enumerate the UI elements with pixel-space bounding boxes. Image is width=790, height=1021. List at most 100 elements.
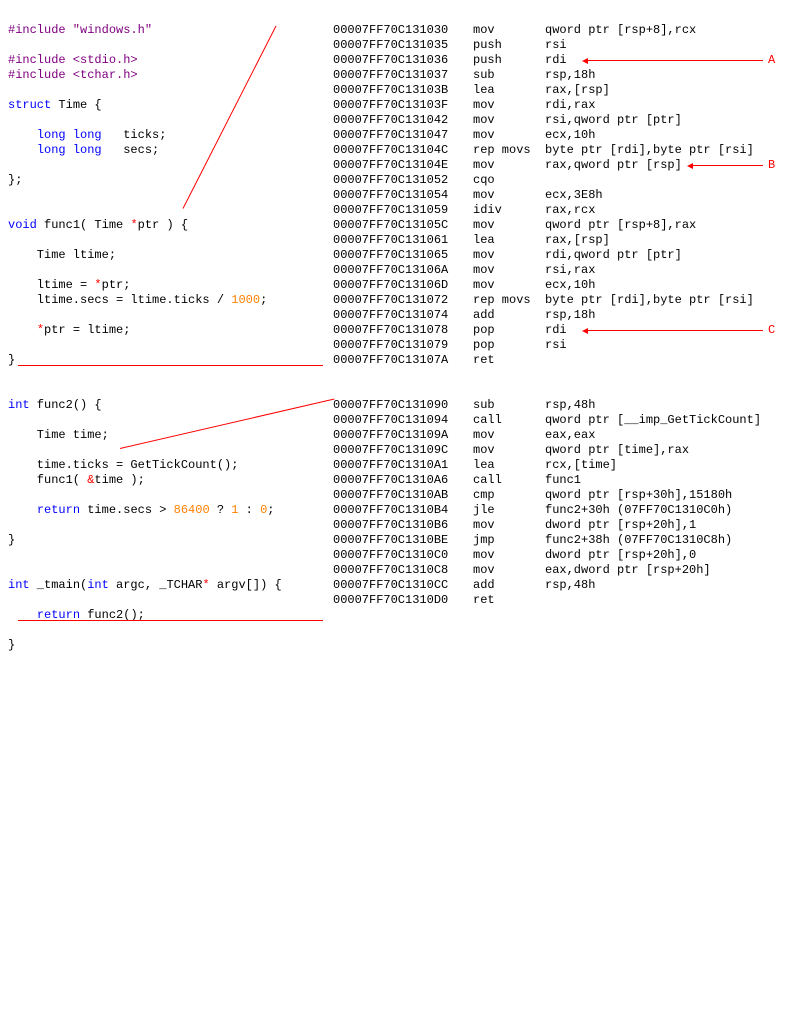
- struct-name: Time {: [51, 98, 101, 112]
- asm-address: 00007FF70C131036: [333, 53, 473, 68]
- red-underline: [18, 620, 323, 621]
- return-expr: :: [238, 503, 260, 517]
- asm-mnemonic: add: [473, 578, 545, 593]
- include-directive: #include "windows.h": [8, 23, 152, 37]
- asm-mnemonic: add: [473, 308, 545, 323]
- asm-address: 00007FF70C13103B: [333, 83, 473, 98]
- asm-address: 00007FF70C1310A1: [333, 458, 473, 473]
- asm-mnemonic: lea: [473, 83, 545, 98]
- asm-line: 00007FF70C1310B4jlefunc2+30h (07FF70C131…: [333, 503, 761, 518]
- void-keyword: void: [8, 218, 37, 232]
- asm-line: 00007FF70C131035pushrsi: [333, 38, 754, 53]
- asm-address: 00007FF70C131042: [333, 113, 473, 128]
- asm-line: 00007FF70C13104Crep movsbyte ptr [rdi],b…: [333, 143, 754, 158]
- asm-line: 00007FF70C131059idivrax,rcx: [333, 203, 754, 218]
- asm-mnemonic: pop: [473, 338, 545, 353]
- asm-operands: qword ptr [time],rax: [545, 443, 689, 457]
- int-keyword: int: [8, 398, 30, 412]
- asm-line: 00007FF70C1310C0movdword ptr [rsp+20h],0: [333, 548, 761, 563]
- asm-mnemonic: mov: [473, 518, 545, 533]
- asm-operands: qword ptr [__imp_GetTickCount]: [545, 413, 761, 427]
- asm-address: 00007FF70C1310AB: [333, 488, 473, 503]
- asm-operands: dword ptr [rsp+20h],0: [545, 548, 696, 562]
- asm-address: 00007FF70C13105C: [333, 218, 473, 233]
- asm-operands: rsi: [545, 38, 567, 52]
- asm-address: 00007FF70C131061: [333, 233, 473, 248]
- asm-block-func1: 00007FF70C131030movqword ptr [rsp+8],rcx…: [333, 23, 754, 368]
- marker-a: A: [768, 53, 775, 68]
- tmain-sig: argc, _TCHAR: [109, 578, 203, 592]
- asm-operands: rsp,48h: [545, 398, 595, 412]
- arrow-c: [588, 330, 763, 331]
- ptr-assign: ptr = ltime;: [44, 323, 130, 337]
- marker-b: B: [768, 158, 775, 173]
- asm-mnemonic: mov: [473, 443, 545, 458]
- red-underline: [18, 365, 323, 366]
- asm-operands: ecx,10h: [545, 128, 595, 142]
- brace-close: }: [8, 533, 15, 547]
- asm-mnemonic: jmp: [473, 533, 545, 548]
- asm-operands: func2+30h (07FF70C1310C0h): [545, 503, 732, 517]
- asm-address: 00007FF70C131059: [333, 203, 473, 218]
- literal-1000: 1000: [231, 293, 260, 307]
- asm-mnemonic: cmp: [473, 488, 545, 503]
- return-expr: ?: [210, 503, 232, 517]
- asm-mnemonic: call: [473, 473, 545, 488]
- brace-close: };: [8, 173, 22, 187]
- asm-line: 00007FF70C13105Cmovqword ptr [rsp+8],rax: [333, 218, 754, 233]
- asm-operands: rcx,[time]: [545, 458, 617, 472]
- type-keyword: long long: [37, 143, 102, 157]
- asm-mnemonic: rep movs: [473, 143, 545, 158]
- asm-address: 00007FF70C1310CC: [333, 578, 473, 593]
- asm-mnemonic: mov: [473, 98, 545, 113]
- asm-mnemonic: mov: [473, 548, 545, 563]
- asm-address: 00007FF70C131037: [333, 68, 473, 83]
- asm-mnemonic: mov: [473, 158, 545, 173]
- include-directive: #include <tchar.h>: [8, 68, 138, 82]
- ltime-decl: Time ltime;: [8, 248, 116, 262]
- asm-operands: rsp,48h: [545, 578, 595, 592]
- int-keyword: int: [8, 578, 30, 592]
- asm-line: 00007FF70C131052cqo: [333, 173, 754, 188]
- asm-mnemonic: jle: [473, 503, 545, 518]
- ltime-assign: ptr;: [102, 278, 131, 292]
- semicolon: ;: [267, 503, 274, 517]
- asm-address: 00007FF70C1310C8: [333, 563, 473, 578]
- asm-line: 00007FF70C1310A1learcx,[time]: [333, 458, 761, 473]
- asm-operands: func2+38h (07FF70C1310C8h): [545, 533, 732, 547]
- int-keyword: int: [87, 578, 109, 592]
- asm-mnemonic: mov: [473, 113, 545, 128]
- asm-line: 00007FF70C1310B6movdword ptr [rsp+20h],1: [333, 518, 761, 533]
- asm-address: 00007FF70C131065: [333, 248, 473, 263]
- star-operator: *: [94, 278, 101, 292]
- field-secs: secs;: [102, 143, 160, 157]
- asm-address: 00007FF70C131074: [333, 308, 473, 323]
- asm-operands: rsp,18h: [545, 68, 595, 82]
- asm-operands: rdi,qword ptr [ptr]: [545, 248, 682, 262]
- asm-address: 00007FF70C1310B4: [333, 503, 473, 518]
- asm-address: 00007FF70C13104C: [333, 143, 473, 158]
- func1-sig: func1( Time: [37, 218, 131, 232]
- asm-mnemonic: mov: [473, 428, 545, 443]
- time-ticks: time.ticks = GetTickCount();: [8, 458, 238, 472]
- asm-address: 00007FF70C131079: [333, 338, 473, 353]
- asm-operands: rsp,18h: [545, 308, 595, 322]
- asm-mnemonic: mov: [473, 248, 545, 263]
- field-ticks: ticks;: [102, 128, 167, 142]
- tmain-sig: _tmain(: [30, 578, 88, 592]
- asm-operands: rax,[rsp]: [545, 83, 610, 97]
- asm-address: 00007FF70C1310A6: [333, 473, 473, 488]
- asm-address: 00007FF70C1310BE: [333, 533, 473, 548]
- asm-mnemonic: push: [473, 38, 545, 53]
- asm-address: 00007FF70C13106D: [333, 278, 473, 293]
- asm-mnemonic: rep movs: [473, 293, 545, 308]
- asm-operands: rsi: [545, 338, 567, 352]
- asm-line: 00007FF70C1310CCaddrsp,48h: [333, 578, 761, 593]
- arrow-b: [693, 165, 763, 166]
- star-operator: *: [37, 323, 44, 337]
- asm-mnemonic: push: [473, 53, 545, 68]
- asm-address: 00007FF70C13103F: [333, 98, 473, 113]
- asm-line: 00007FF70C13106Amovrsi,rax: [333, 263, 754, 278]
- asm-mnemonic: pop: [473, 323, 545, 338]
- asm-line: 00007FF70C1310BEjmpfunc2+38h (07FF70C131…: [333, 533, 761, 548]
